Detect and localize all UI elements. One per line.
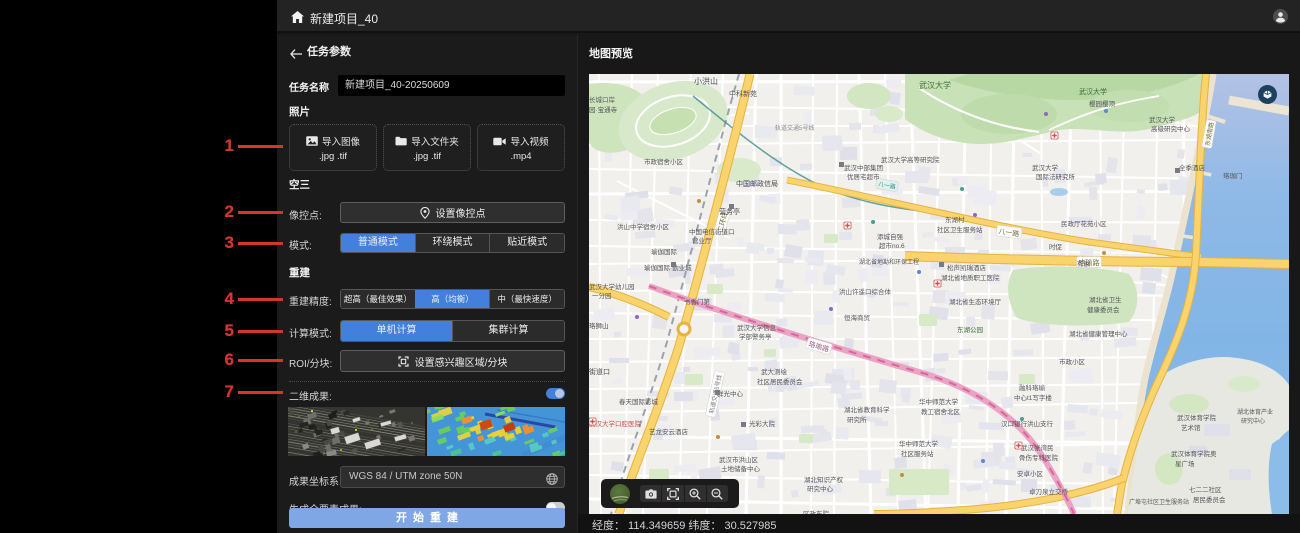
svg-text:市政宿舍小区: 市政宿舍小区 [644,157,684,166]
svg-text:武汉张湾民: 武汉张湾民 [1021,443,1054,452]
svg-text:添城自强: 添城自强 [877,232,904,241]
svg-text:广埠屯社区卫生服务站: 广埠屯社区卫生服务站 [1129,498,1189,506]
svg-text:土地储备中心: 土地储备中心 [721,464,761,473]
svg-text:武汉大学幼儿园: 武汉大学幼儿园 [589,282,635,291]
svg-text:七二二社区: 七二二社区 [1189,485,1222,494]
svg-text:汉口银行洪山支行: 汉口银行洪山支行 [1001,419,1054,428]
svg-text:长城口岸: 长城口岸 [589,95,616,104]
svg-text:洪山许遥口综合体: 洪山许遥口综合体 [839,287,892,296]
svg-text:国际法研究所: 国际法研究所 [1036,172,1076,181]
svg-text:市政小区: 市政小区 [1059,357,1086,366]
svg-text:艺龙安云酒店: 艺龙安云酒店 [649,427,689,436]
svg-text:超市no.6: 超市no.6 [879,241,905,250]
svg-text:小洪山: 小洪山 [694,76,718,86]
svg-text:东湖公园: 东湖公园 [957,325,983,334]
svg-text:武汉大学高等研究院: 武汉大学高等研究院 [881,155,940,164]
svg-text:华中师范大学: 华中师范大学 [899,439,939,448]
svg-text:武汉体育学院奥: 武汉体育学院奥 [1171,449,1217,458]
svg-text:湖北省卫生: 湖北省卫生 [1089,295,1122,304]
svg-text:群光中心: 群光中心 [717,389,744,398]
svg-text:武汉中部集团: 武汉中部集团 [844,163,883,172]
svg-text:园·宝通寺: 园·宝通寺 [589,105,618,114]
svg-text:营业厅: 营业厅 [692,236,712,245]
svg-text:中国电信街道口: 中国电信街道口 [689,227,735,236]
svg-text:社区居民委员会: 社区居民委员会 [757,377,803,386]
svg-text:武汉大学口腔医院: 武汉大学口腔医院 [589,419,642,428]
svg-text:中科新苑: 中科新苑 [729,89,757,98]
svg-text:轨道交通5号线: 轨道交通5号线 [775,124,814,132]
svg-text:骨伤专科医院: 骨伤专科医院 [1019,453,1059,462]
svg-text:光彩大院: 光彩大院 [749,419,776,428]
svg-text:湖北省教育科学: 湖北省教育科学 [844,405,890,414]
svg-text:街道口: 街道口 [589,367,610,376]
svg-text:融科珞瑜: 融科珞瑜 [1019,383,1046,392]
svg-text:优居宅超市: 优居宅超市 [847,172,880,181]
svg-text:书香门第: 书香门第 [684,297,711,306]
svg-text:学部警务亭: 学部警务亭 [739,332,772,341]
svg-text:珞狮山: 珞狮山 [589,321,609,330]
svg-text:武汉大学: 武汉大学 [1079,87,1107,96]
svg-text:武汉体育学院: 武汉体育学院 [1177,413,1217,422]
svg-text:星广场: 星广场 [1175,459,1195,468]
svg-text:中心t1写字楼: 中心t1写字楼 [1014,393,1052,402]
svg-text:研究所: 研究所 [847,415,867,424]
svg-text:民政厅花苑小区: 民政厅花苑小区 [1061,219,1107,228]
svg-text:卓刀泉立交桥: 卓刀泉立交桥 [1029,487,1069,496]
svg-text:湖北省生态环境厅: 湖北省生态环境厅 [949,297,1002,306]
svg-text:东湖村: 东湖村 [945,215,965,224]
svg-text:时促: 时促 [1049,242,1063,251]
svg-text:洪山中学宿舍小区: 洪山中学宿舍小区 [617,222,670,231]
svg-text:有家: 有家 [1077,259,1091,268]
svg-text:武汉市洪山区: 武汉市洪山区 [719,455,759,464]
svg-text:恒海商贸: 恒海商贸 [844,313,871,322]
svg-text:湖北知识产权: 湖北知识产权 [804,475,844,484]
svg-text:武大测绘: 武大测绘 [761,367,788,376]
svg-text:社区卫生服务站: 社区卫生服务站 [937,225,983,234]
svg-text:高级研究中心: 高级研究中心 [1151,124,1191,133]
svg-text:安卓小区: 安卓小区 [1017,469,1044,478]
svg-text:湖北省健康管理中心: 湖北省健康管理中心 [1069,329,1128,338]
svg-text:湖北省地质职工医院: 湖北省地质职工医院 [941,273,1000,282]
svg-text:湖北省地勘和环保工程: 湖北省地勘和环保工程 [859,258,919,266]
svg-text:珞珈门: 珞珈门 [1223,171,1243,180]
svg-text:居民委员会: 居民委员会 [1193,495,1226,504]
svg-text:湖北体育产业: 湖北体育产业 [1237,408,1273,416]
svg-text:教工宿舍北区: 教工宿舍北区 [921,407,961,416]
svg-text:松声凯瑞酒店: 松声凯瑞酒店 [947,263,987,272]
svg-text:研究中心: 研究中心 [807,484,834,493]
svg-text:樱园樱顶: 樱园樱顶 [1089,99,1116,108]
svg-text:武汉大学: 武汉大学 [919,80,951,90]
svg-text:艺术馆: 艺术馆 [1181,423,1201,432]
svg-text:中国邮政信局: 中国邮政信局 [736,179,778,188]
svg-text:社区服务站: 社区服务站 [901,449,934,458]
svg-text:全季酒店: 全季酒店 [1179,163,1206,172]
svg-text:武汉大学信息: 武汉大学信息 [737,323,777,332]
svg-text:华中师范大学: 华中师范大学 [919,397,959,406]
svg-text:健康委员会: 健康委员会 [1087,305,1120,314]
svg-text:一分园: 一分园 [592,291,612,300]
svg-text:瑜伽国际·勤业城: 瑜伽国际·勤业城 [644,263,692,272]
svg-text:武汉大学: 武汉大学 [1149,115,1176,124]
svg-text:武汉大学: 武汉大学 [1032,163,1059,172]
svg-text:春天国际影城: 春天国际影城 [619,397,659,406]
svg-text:研究中心: 研究中心 [1241,417,1265,425]
svg-text:瑜伽国际: 瑜伽国际 [651,247,678,256]
